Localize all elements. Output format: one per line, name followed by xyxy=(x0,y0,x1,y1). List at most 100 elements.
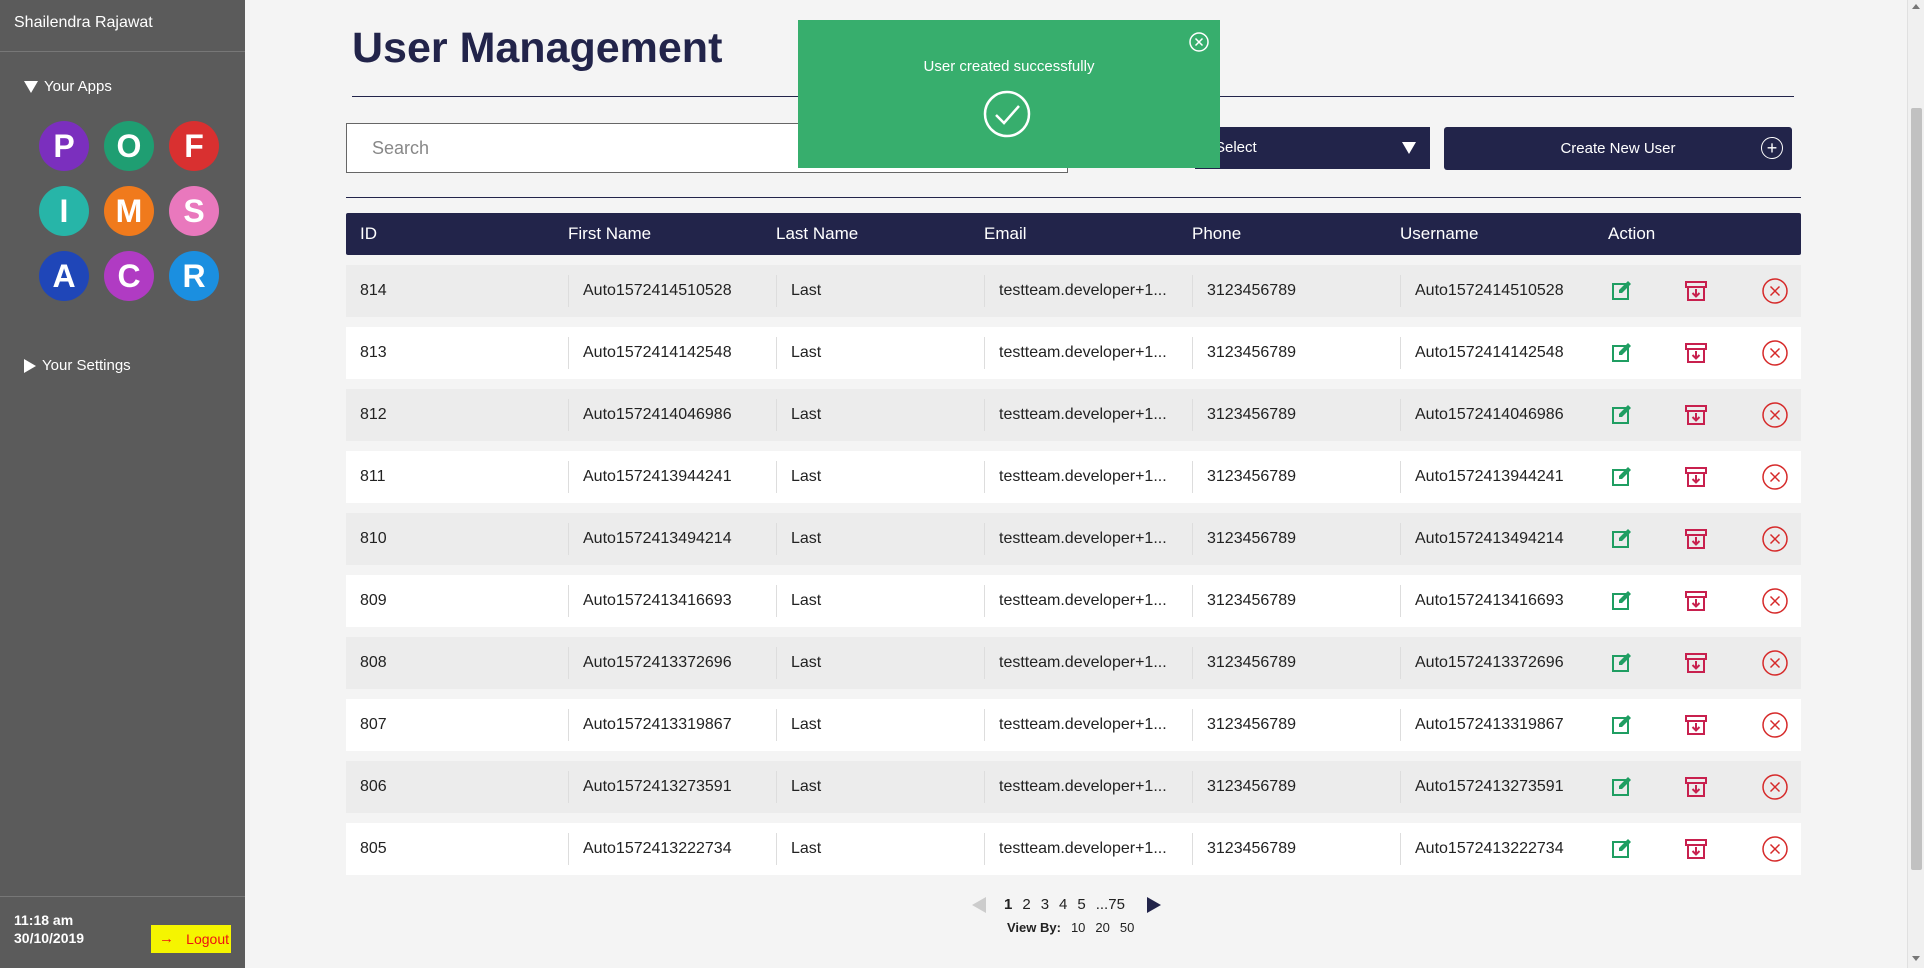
table-row[interactable]: 812 Auto1572414046986 Last testteam.develop… xyxy=(346,389,1801,441)
table-row[interactable]: 810 Auto1572413494214 Last testteam.develop… xyxy=(346,513,1801,565)
edit-icon[interactable] xyxy=(1608,401,1636,429)
your-apps-toggle[interactable]: Your Apps xyxy=(0,78,245,95)
app-a-button[interactable]: A xyxy=(39,251,89,301)
cell-id: 811 xyxy=(360,468,386,485)
cell-last-name-container: Last xyxy=(762,461,970,493)
page-number[interactable]: 4 xyxy=(1059,896,1067,913)
row-actions xyxy=(1594,834,1801,864)
cell-phone: 3123456789 xyxy=(1192,833,1386,865)
view-by-option[interactable]: 20 xyxy=(1095,920,1109,935)
cell-last-name: Last xyxy=(776,399,970,431)
cell-id-container: 813 xyxy=(346,337,554,369)
app-i-button[interactable]: I xyxy=(39,186,89,236)
scroll-thumb[interactable] xyxy=(1911,108,1922,870)
delete-icon[interactable] xyxy=(1760,462,1790,492)
app-r-button[interactable]: R xyxy=(169,251,219,301)
cell-phone: 3123456789 xyxy=(1192,399,1386,431)
table-row[interactable]: 807 Auto1572413319867 Last testteam.develop… xyxy=(346,699,1801,751)
table-row[interactable]: 808 Auto1572413372696 Last testteam.develop… xyxy=(346,637,1801,689)
table-row[interactable]: 814 Auto1572414510528 Last testteam.develop… xyxy=(346,265,1801,317)
page-number[interactable]: 3 xyxy=(1041,896,1049,913)
edit-icon[interactable] xyxy=(1608,711,1636,739)
edit-icon[interactable] xyxy=(1608,525,1636,553)
delete-icon[interactable] xyxy=(1760,524,1790,554)
edit-icon[interactable] xyxy=(1608,339,1636,367)
archive-icon[interactable] xyxy=(1682,587,1710,615)
archive-icon[interactable] xyxy=(1682,835,1710,863)
delete-icon[interactable] xyxy=(1760,586,1790,616)
cell-id-container: 805 xyxy=(346,833,554,865)
edit-icon[interactable] xyxy=(1608,835,1636,863)
cell-username: Auto1572413944241 xyxy=(1400,461,1594,493)
app-p-button[interactable]: P xyxy=(39,121,89,171)
column-header-phone[interactable]: Phone xyxy=(1178,224,1386,244)
table-row[interactable]: 805 Auto1572413222734 Last testteam.develop… xyxy=(346,823,1801,875)
edit-icon[interactable] xyxy=(1608,587,1636,615)
view-by-option[interactable]: 50 xyxy=(1120,920,1134,935)
app-m-button[interactable]: M xyxy=(104,186,154,236)
row-actions xyxy=(1594,276,1801,306)
create-new-user-button[interactable]: Create New User + xyxy=(1444,127,1792,170)
app-o-button[interactable]: O xyxy=(104,121,154,171)
archive-icon[interactable] xyxy=(1682,525,1710,553)
page-number[interactable]: ...75 xyxy=(1096,896,1125,913)
next-page-icon[interactable] xyxy=(1146,896,1161,913)
cell-first-name-container: Auto1572413372696 xyxy=(554,647,762,679)
archive-icon[interactable] xyxy=(1682,463,1710,491)
table-row[interactable]: 811 Auto1572413944241 Last testteam.develop… xyxy=(346,451,1801,503)
table-row[interactable]: 809 Auto1572413416693 Last testteam.develop… xyxy=(346,575,1801,627)
cell-id-container: 811 xyxy=(346,461,554,493)
delete-icon[interactable] xyxy=(1760,772,1790,802)
column-header-email[interactable]: Email xyxy=(970,224,1178,244)
close-icon[interactable] xyxy=(1188,31,1210,53)
edit-icon[interactable] xyxy=(1608,463,1636,491)
edit-icon[interactable] xyxy=(1608,649,1636,677)
cell-phone-container: 3123456789 xyxy=(1178,833,1386,865)
users-table: ID First Name Last Name Email Phone User… xyxy=(346,213,1801,875)
column-header-first-name[interactable]: First Name xyxy=(554,224,762,244)
column-header-id[interactable]: ID xyxy=(346,224,554,244)
scroll-down-arrow-icon[interactable] xyxy=(1912,956,1920,961)
filter-select[interactable]: Select xyxy=(1195,127,1430,169)
table-row[interactable]: 813 Auto1572414142548 Last testteam.develop… xyxy=(346,327,1801,379)
delete-icon[interactable] xyxy=(1760,338,1790,368)
cell-email: testteam.developer+1... xyxy=(984,337,1178,369)
edit-icon[interactable] xyxy=(1608,773,1636,801)
app-c-button[interactable]: C xyxy=(104,251,154,301)
cell-last-name: Last xyxy=(776,585,970,617)
app-f-button[interactable]: F xyxy=(169,121,219,171)
archive-icon[interactable] xyxy=(1682,773,1710,801)
cell-last-name: Last xyxy=(776,275,970,307)
table-row[interactable]: 806 Auto1572413273591 Last testteam.develop… xyxy=(346,761,1801,813)
app-s-button[interactable]: S xyxy=(169,186,219,236)
cell-id-container: 806 xyxy=(346,771,554,803)
your-settings-toggle[interactable]: Your Settings xyxy=(0,357,245,374)
cell-username: Auto1572413416693 xyxy=(1400,585,1594,617)
column-header-last-name[interactable]: Last Name xyxy=(762,224,970,244)
page-number[interactable]: 2 xyxy=(1022,896,1030,913)
cell-first-name: Auto1572414046986 xyxy=(568,399,762,431)
cell-phone-container: 3123456789 xyxy=(1178,523,1386,555)
archive-icon[interactable] xyxy=(1682,711,1710,739)
page-scrollbar[interactable] xyxy=(1907,0,1924,968)
filter-select-label: Select xyxy=(1215,139,1257,156)
page-number[interactable]: 5 xyxy=(1077,896,1085,913)
logout-button[interactable]: → Logout xyxy=(151,925,231,953)
archive-icon[interactable] xyxy=(1682,649,1710,677)
previous-page-icon[interactable] xyxy=(972,896,986,913)
delete-icon[interactable] xyxy=(1760,710,1790,740)
delete-icon[interactable] xyxy=(1760,834,1790,864)
edit-icon[interactable] xyxy=(1608,277,1636,305)
archive-icon[interactable] xyxy=(1682,339,1710,367)
delete-icon[interactable] xyxy=(1760,276,1790,306)
page-number[interactable]: 1 xyxy=(1004,896,1012,913)
cell-id-container: 812 xyxy=(346,399,554,431)
archive-icon[interactable] xyxy=(1682,401,1710,429)
delete-icon[interactable] xyxy=(1760,648,1790,678)
column-header-username[interactable]: Username xyxy=(1386,224,1594,244)
view-by-option[interactable]: 10 xyxy=(1071,920,1085,935)
cell-username: Auto1572413273591 xyxy=(1400,771,1594,803)
scroll-up-arrow-icon[interactable] xyxy=(1912,4,1920,9)
archive-icon[interactable] xyxy=(1682,277,1710,305)
delete-icon[interactable] xyxy=(1760,400,1790,430)
